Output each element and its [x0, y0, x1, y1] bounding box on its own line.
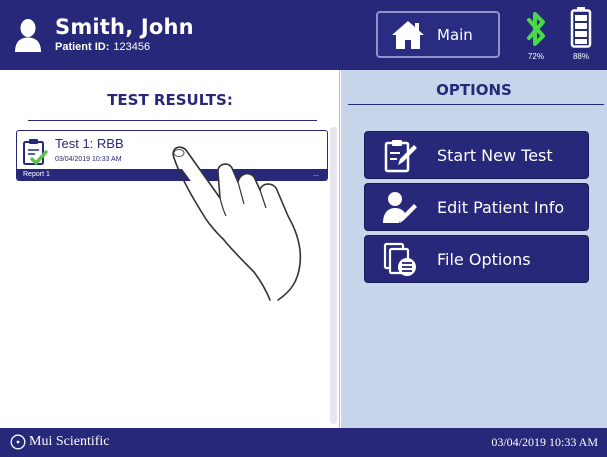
test-results-panel: TEST RESULTS: Test 1: RBB 03/04/2019 10:… — [0, 70, 340, 428]
results-scrollbar[interactable] — [330, 127, 337, 424]
battery-percent: 88% — [572, 52, 589, 61]
report-more: ... — [313, 171, 319, 178]
patient-id-label: Patient ID: — [55, 41, 110, 53]
divider — [28, 120, 317, 121]
divider — [348, 104, 604, 105]
mui-logo-icon — [10, 434, 26, 450]
footer-datetime: 03/04/2019 10:33 AM — [491, 435, 598, 449]
main-button[interactable]: Main — [376, 11, 500, 58]
edit-patient-info-button[interactable]: Edit Patient Info — [364, 183, 589, 231]
file-options-button[interactable]: File Options — [364, 235, 589, 283]
edit-patient-info-label: Edit Patient Info — [437, 197, 565, 217]
brand-name: Mui Scientific — [29, 434, 110, 449]
test-result-item[interactable]: Test 1: RBB 03/04/2019 10:33 AM Report 1… — [16, 130, 328, 181]
home-icon — [392, 20, 424, 49]
bluetooth-percent: 72% — [527, 52, 544, 61]
brand: Mui Scientific — [10, 434, 110, 450]
file-list-icon — [383, 242, 416, 276]
test-results-title: TEST RESULTS: — [107, 91, 233, 109]
header-bar: Smith, John Patient ID: 123456 Main 72% 8… — [0, 0, 607, 70]
options-title: OPTIONS — [436, 81, 512, 99]
edit-patient-icon — [383, 192, 417, 223]
bluetooth-icon — [527, 12, 545, 46]
footer-bar: Mui Scientific 03/04/2019 10:33 AM — [0, 428, 607, 457]
patient-id: Patient ID: 123456 — [55, 41, 150, 53]
battery-icon — [570, 7, 592, 48]
report-label: Report 1 — [23, 171, 50, 178]
edit-document-icon — [384, 140, 417, 173]
user-icon — [15, 19, 41, 52]
start-new-test-label: Start New Test — [437, 145, 553, 165]
test-name: Test 1: RBB — [55, 136, 124, 151]
test-date: 03/04/2019 10:33 AM — [55, 156, 122, 163]
main-button-label: Main — [437, 25, 473, 44]
file-options-label: File Options — [437, 249, 531, 269]
options-panel: OPTIONS Start New Test Edit Patient Info — [341, 70, 607, 428]
patient-id-value: 123456 — [113, 41, 151, 53]
clipboard-check-icon — [23, 139, 48, 165]
report-bar: Report 1 ... — [17, 169, 327, 180]
patient-name: Smith, John — [55, 15, 194, 39]
start-new-test-button[interactable]: Start New Test — [364, 131, 589, 179]
